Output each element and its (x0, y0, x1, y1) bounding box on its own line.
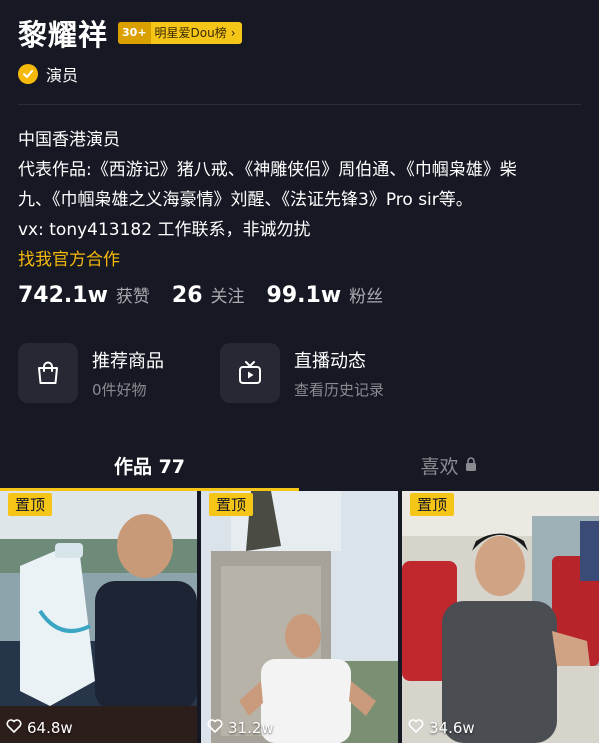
shopping-bag-icon (18, 343, 78, 403)
rank-badge-text: 明星爱Dou榜 (154, 26, 227, 40)
tv-play-icon (220, 343, 280, 403)
heart-icon (408, 719, 424, 737)
video-cover-image (402, 491, 599, 743)
pinned-badge: 置顶 (209, 493, 254, 516)
rank-badge[interactable]: 30+ 明星爱Dou榜 › (118, 22, 242, 44)
video-grid: 置顶 64.8w 置顶 31.2w 置顶 34.6w (0, 491, 599, 743)
like-count: 64.8w (6, 719, 73, 737)
video-thumbnail[interactable]: 置顶 64.8w (0, 491, 197, 743)
content-tabs: 作品 77 喜欢 (0, 440, 599, 491)
bio-line: 九、《巾帼枭雄之义海豪情》刘醒、《法证先锋3》Pro sir等。 (18, 190, 473, 210)
pinned-badge: 置顶 (8, 493, 53, 516)
tab-likes-label: 喜欢 (420, 455, 459, 478)
pinned-badge: 置顶 (410, 493, 455, 516)
stat-label: 获赞 (115, 287, 150, 307)
stat-number: 99.1w (266, 283, 342, 308)
recommended-products-card[interactable]: 推荐商品 0件好物 (18, 343, 164, 403)
profile-bio: 中国香港演员 代表作品:《西游记》猪八戒、《神雕侠侣》周伯通、《巾帼枭雄》柴 九… (18, 125, 588, 275)
rank-badge-number: 30+ (118, 22, 151, 44)
heart-icon (207, 719, 223, 737)
feature-title: 直播动态 (294, 350, 366, 372)
feature-text: 推荐商品 0件好物 (92, 347, 164, 400)
lock-icon (465, 454, 477, 476)
video-thumbnail[interactable]: 置顶 34.6w (402, 491, 599, 743)
profile-stats: 742.1w 获赞 26 关注 99.1w 粉丝 (18, 282, 405, 308)
bio-line: 中国香港演员 (18, 130, 120, 150)
feature-title: 推荐商品 (92, 350, 164, 372)
official-cooperation-link[interactable]: 找我官方合作 (18, 245, 588, 275)
profile-header: 黎耀祥 30+ 明星爱Dou榜 › (18, 12, 242, 54)
bio-line: vx: tony413182 工作联系，非诚勿扰 (18, 220, 311, 240)
feature-subtitle: 0件好物 (92, 380, 147, 399)
feature-subtitle: 查看历史记录 (294, 380, 385, 399)
video-cover-image (0, 491, 197, 743)
like-count-value: 34.6w (429, 719, 475, 737)
stat-likes: 742.1w 获赞 (18, 282, 150, 308)
like-count-value: 64.8w (27, 719, 73, 737)
profile-name: 黎耀祥 (18, 18, 109, 52)
feature-text: 直播动态 查看历史记录 (294, 347, 384, 400)
live-history-card[interactable]: 直播动态 查看历史记录 (220, 343, 384, 403)
stat-number: 742.1w (18, 283, 108, 308)
heart-icon (6, 719, 22, 737)
verification-label: 演员 (46, 66, 79, 85)
stat-number: 26 (171, 283, 203, 308)
tab-likes[interactable]: 喜欢 (299, 440, 598, 490)
tab-works[interactable]: 作品 77 (0, 440, 299, 490)
like-count: 31.2w (207, 719, 274, 737)
divider (18, 104, 581, 105)
video-thumbnail[interactable]: 置顶 31.2w (201, 491, 398, 743)
stat-following[interactable]: 26 关注 (172, 282, 245, 308)
like-count: 34.6w (408, 719, 475, 737)
verified-check-icon (18, 64, 38, 84)
video-cover-image (201, 491, 398, 743)
verification-row: 演员 (18, 62, 78, 86)
stat-label: 关注 (210, 287, 245, 307)
chevron-right-icon: › (230, 26, 236, 40)
bio-line: 代表作品:《西游记》猪八戒、《神雕侠侣》周伯通、《巾帼枭雄》柴 (18, 160, 517, 180)
like-count-value: 31.2w (228, 719, 274, 737)
stat-followers[interactable]: 99.1w 粉丝 (267, 282, 384, 308)
rank-badge-label: 明星爱Dou榜 › (151, 22, 242, 44)
stat-label: 粉丝 (349, 287, 384, 307)
